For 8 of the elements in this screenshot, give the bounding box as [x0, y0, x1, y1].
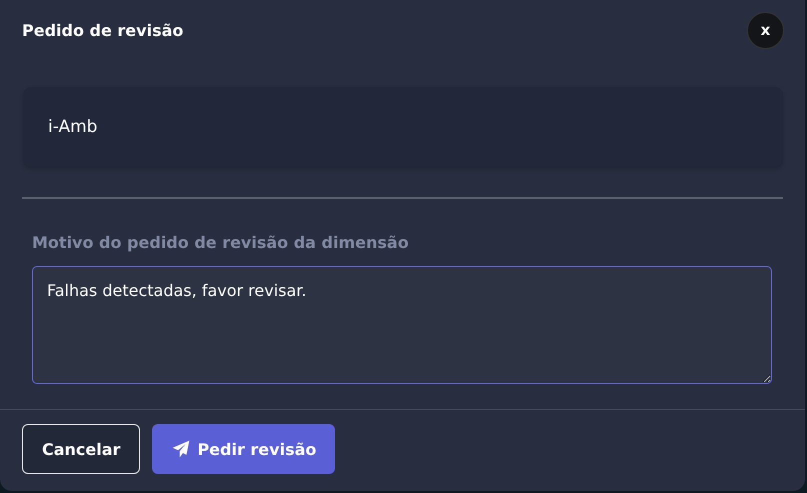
field-label: Motivo do pedido de revisão da dimensão [32, 233, 410, 252]
dimension-name: i-Amb [48, 117, 98, 137]
paper-plane-icon [171, 439, 192, 459]
submit-button[interactable]: Pedir revisão [152, 424, 336, 474]
dialog-title: Pedido de revisão [22, 20, 184, 40]
reason-field[interactable]: Falhas detectadas, favor revisar. [32, 266, 772, 384]
close-button[interactable]: x [747, 12, 784, 48]
cancel-button[interactable]: Cancelar [22, 424, 140, 474]
